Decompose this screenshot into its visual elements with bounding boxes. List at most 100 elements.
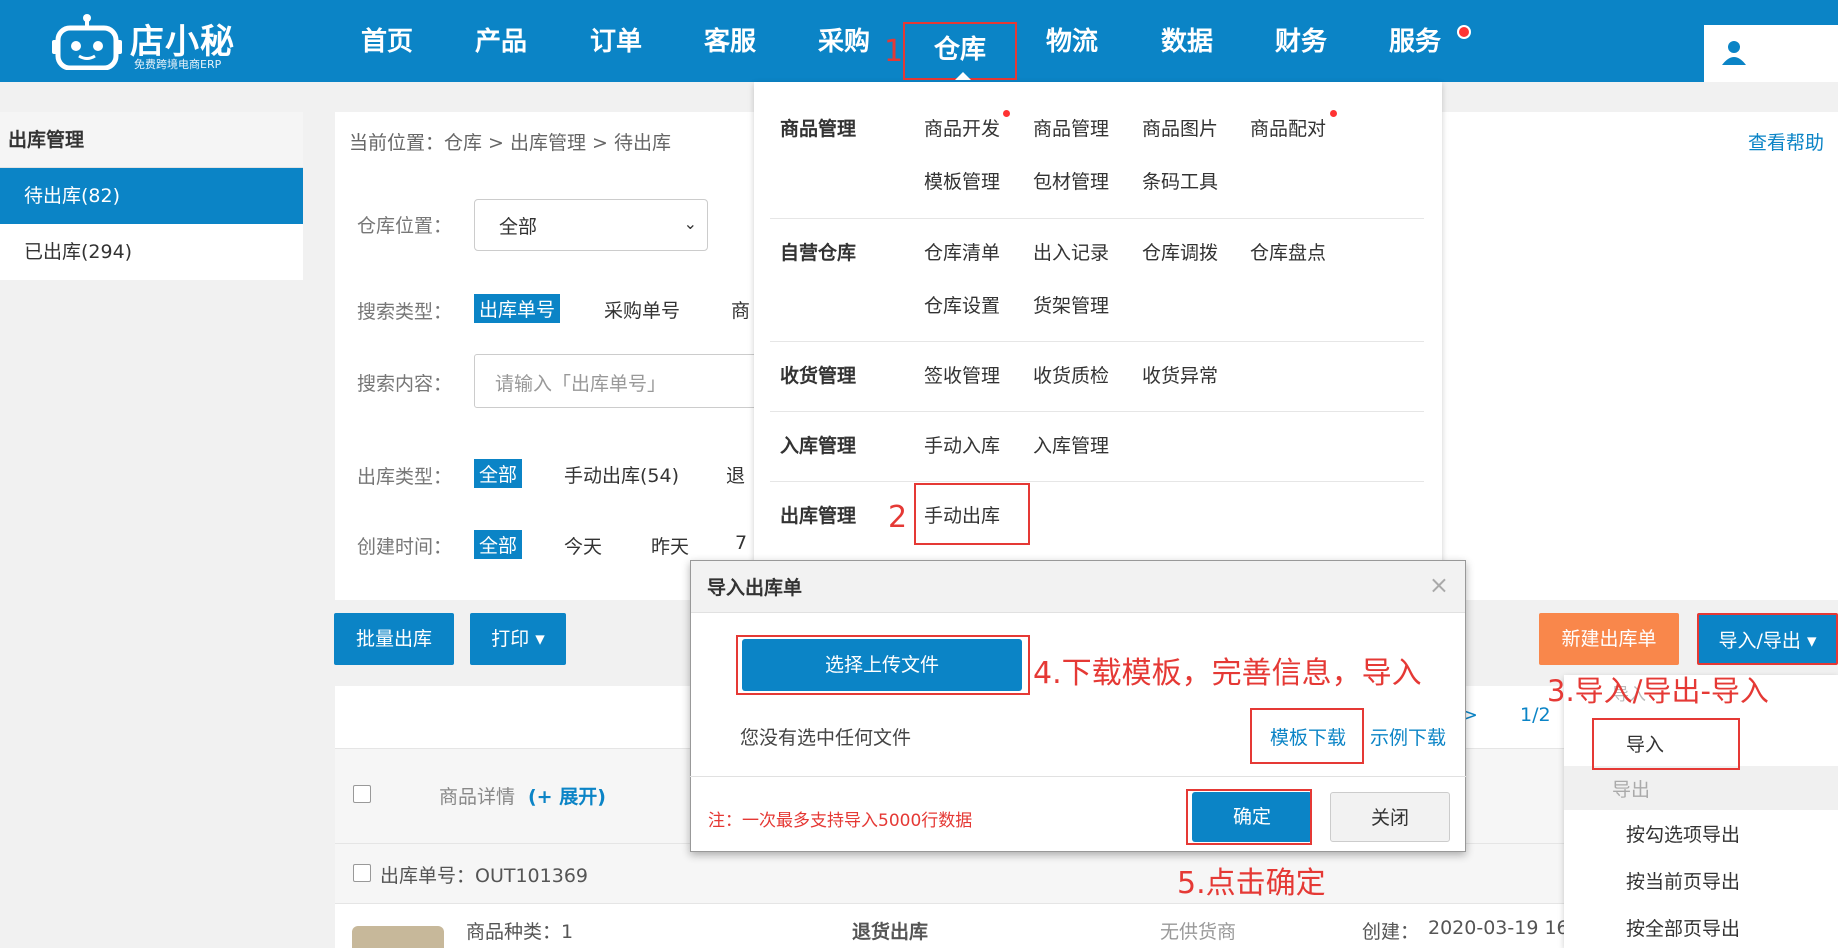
- chevron-down-icon: ⌄: [683, 214, 697, 233]
- created-yesterday[interactable]: 昨天: [651, 532, 689, 559]
- search-type-label: 搜索类型：: [357, 301, 453, 323]
- menu-item-product-dev[interactable]: 商品开发: [924, 114, 1000, 141]
- search-type-purchase-no[interactable]: 采购单号: [604, 296, 680, 323]
- menu-item-qc[interactable]: 收货质检: [1033, 361, 1109, 388]
- print-button[interactable]: 打印 ▾: [470, 613, 566, 665]
- nav-services[interactable]: 服务: [1375, 22, 1455, 62]
- import-export-label: 导入/导出: [1718, 630, 1801, 652]
- sidebar-item-pending[interactable]: 待出库(82): [0, 168, 303, 224]
- export-group-header: 导出: [1612, 779, 1651, 801]
- created-today[interactable]: 今天: [564, 532, 602, 559]
- batch-outbound-button[interactable]: 批量出库: [334, 613, 454, 665]
- outbound-type-manual[interactable]: 手动出库(54): [564, 461, 679, 488]
- menu-item-transfer[interactable]: 仓库调拨: [1142, 238, 1218, 265]
- menu-item-manual-inbound[interactable]: 手动入库: [924, 431, 1000, 458]
- highlight-upload: [736, 635, 1030, 695]
- select-all-checkbox[interactable]: [353, 785, 371, 803]
- example-download-link[interactable]: 示例下载: [1370, 723, 1446, 750]
- order-checkbox[interactable]: [353, 864, 371, 882]
- nav-finance[interactable]: 财务: [1261, 22, 1341, 62]
- menu-item-packaging[interactable]: 包材管理: [1033, 167, 1109, 194]
- highlight-import-option: [1592, 718, 1740, 770]
- column-product-detail: 商品详情: [439, 786, 516, 808]
- sidebar-title: 出库管理: [0, 112, 303, 168]
- no-file-text: 您没有选中任何文件: [740, 727, 912, 749]
- logo[interactable]: 店小秘 免费跨境电商ERP: [52, 8, 252, 72]
- product-kinds: 商品种类：1: [466, 921, 574, 943]
- robot-logo-icon: [52, 14, 122, 70]
- menu-divider: [770, 341, 1424, 342]
- menu-group-product: 商品管理: [780, 118, 857, 140]
- user-menu[interactable]: [1704, 25, 1838, 82]
- annotation-step-3: 3.导入/导出-导入: [1547, 674, 1769, 708]
- warehouse-select[interactable]: 全部 ⌄: [474, 199, 708, 251]
- export-all-pages[interactable]: 按全部页导出: [1626, 914, 1740, 941]
- caret-down-icon: ▾: [1800, 630, 1817, 652]
- menu-group-inbound: 入库管理: [780, 435, 857, 457]
- menu-item-product-images[interactable]: 商品图片: [1142, 114, 1218, 141]
- menu-item-product-match[interactable]: 商品配对: [1250, 114, 1326, 141]
- dialog-header: 导入出库单 ×: [691, 561, 1465, 613]
- menu-group-own-warehouse: 自营仓库: [780, 242, 857, 264]
- nav-data[interactable]: 数据: [1147, 22, 1227, 62]
- product-thumbnail: [352, 926, 444, 948]
- sidebar-item-shipped[interactable]: 已出库(294): [0, 224, 303, 280]
- import-export-button[interactable]: 导入/导出 ▾: [1697, 613, 1838, 665]
- outbound-type-return[interactable]: 退: [726, 461, 745, 488]
- expand-link[interactable]: (+ 展开): [528, 782, 606, 809]
- annotation-step-4: 4.下载模板，完善信息，导入: [1033, 656, 1422, 691]
- close-button[interactable]: 关闭: [1330, 792, 1450, 842]
- nav-logistics[interactable]: 物流: [1032, 22, 1112, 62]
- menu-item-template[interactable]: 模板管理: [924, 167, 1000, 194]
- menu-item-warehouse-settings[interactable]: 仓库设置: [924, 291, 1000, 318]
- menu-caret-icon: [955, 72, 971, 80]
- caret-down-icon: ▾: [529, 628, 545, 650]
- new-outbound-button[interactable]: 新建出库单: [1539, 613, 1679, 665]
- menu-item-in-out-records[interactable]: 出入记录: [1033, 238, 1109, 265]
- nav-home[interactable]: 首页: [347, 22, 427, 62]
- search-type-outbound-no[interactable]: 出库单号: [474, 294, 561, 323]
- order-number: 出库单号：OUT101369: [380, 865, 588, 887]
- nav-warehouse-label: 仓库: [933, 35, 986, 65]
- search-input[interactable]: 请输入「出库单号」: [474, 354, 774, 408]
- annotation-step-5: 5.点击确定: [1177, 866, 1326, 901]
- menu-item-sign[interactable]: 签收管理: [924, 361, 1000, 388]
- nav-service[interactable]: 客服: [690, 22, 770, 62]
- created-label: 创建：: [1362, 921, 1420, 943]
- menu-item-receiving-exception[interactable]: 收货异常: [1142, 361, 1218, 388]
- menu-item-inbound-manage[interactable]: 入库管理: [1033, 431, 1109, 458]
- help-link[interactable]: 查看帮助: [1748, 128, 1824, 155]
- outbound-type-all[interactable]: 全部: [474, 459, 523, 488]
- annotation-step-1: 1: [884, 34, 904, 69]
- notification-dot: [1330, 110, 1337, 117]
- sidebar: 出库管理 待出库(82) 已出库(294): [0, 112, 303, 280]
- menu-item-product-manage[interactable]: 商品管理: [1033, 114, 1109, 141]
- warehouse-value: 全部: [499, 216, 538, 238]
- nav-purchase[interactable]: 采购: [804, 22, 884, 62]
- export-group-band: [1564, 766, 1838, 810]
- logo-subtitle: 免费跨境电商ERP: [134, 58, 222, 71]
- menu-group-outbound: 出库管理: [780, 505, 857, 527]
- nav-orders[interactable]: 订单: [576, 22, 656, 62]
- nav-warehouse[interactable]: 仓库: [903, 22, 1017, 80]
- user-icon: [1722, 41, 1746, 65]
- search-type-product[interactable]: 商: [731, 296, 750, 323]
- dialog-title: 导入出库单: [707, 577, 803, 599]
- menu-item-shelf[interactable]: 货架管理: [1033, 291, 1109, 318]
- export-current-page[interactable]: 按当前页导出: [1626, 867, 1740, 894]
- nav-products[interactable]: 产品: [461, 22, 541, 62]
- close-icon[interactable]: ×: [1429, 571, 1449, 599]
- menu-item-stocktake[interactable]: 仓库盘点: [1250, 238, 1326, 265]
- created-7days[interactable]: 7: [735, 532, 747, 554]
- warehouse-mega-menu: [754, 82, 1442, 564]
- export-selected[interactable]: 按勾选项导出: [1626, 820, 1740, 847]
- menu-divider: [770, 481, 1424, 482]
- menu-item-barcode[interactable]: 条码工具: [1142, 167, 1218, 194]
- dialog-footer-divider: [690, 776, 1466, 777]
- print-label: 打印: [491, 628, 530, 650]
- menu-item-warehouse-list[interactable]: 仓库清单: [924, 238, 1000, 265]
- highlight-confirm: [1186, 789, 1312, 845]
- created-all[interactable]: 全部: [474, 530, 523, 559]
- import-limit-note: 注：一次最多支持导入5000行数据: [708, 811, 973, 831]
- search-content-label: 搜索内容：: [357, 373, 453, 395]
